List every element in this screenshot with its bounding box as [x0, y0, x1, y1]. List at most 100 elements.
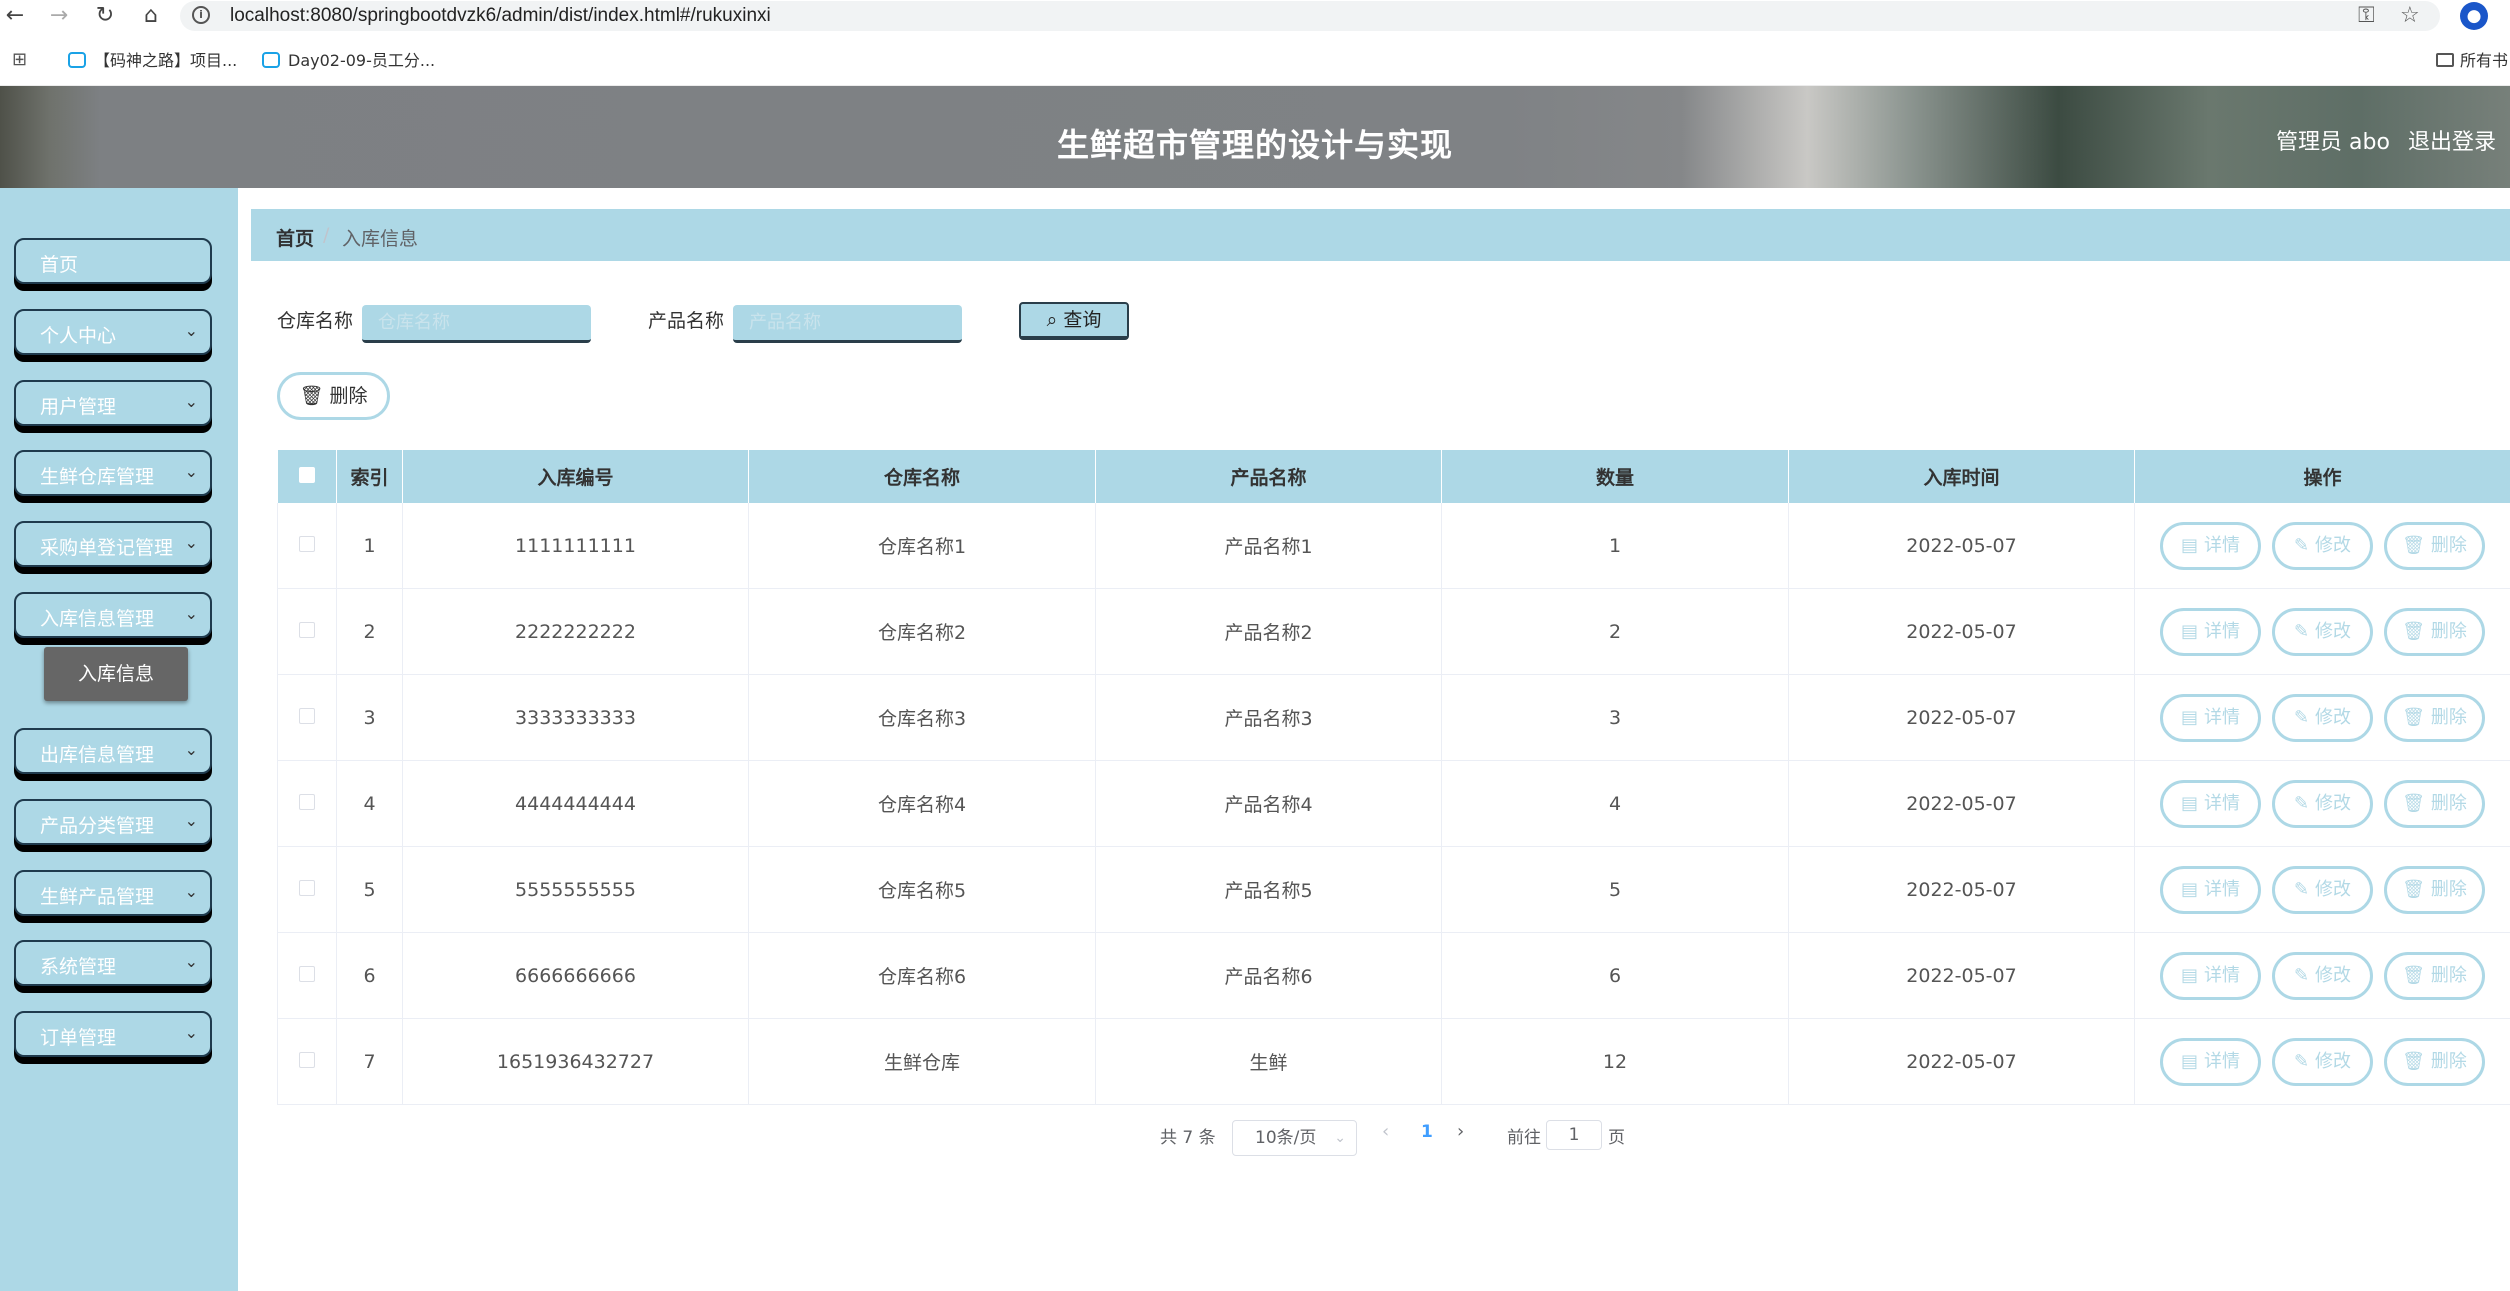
detail-button[interactable]: ▤ 详情: [2160, 693, 2261, 742]
query-button[interactable]: ⌕ 查询: [1019, 302, 1129, 340]
column-header-index: 索引: [336, 450, 403, 503]
prev-page-icon[interactable]: ‹: [1382, 1121, 1389, 1142]
row-checkbox[interactable]: [299, 707, 315, 724]
document-icon: ▤: [2180, 1050, 2198, 1072]
cell-stock-in-code: 1651936432727: [402, 1018, 749, 1105]
edit-button[interactable]: ✎ 修改: [2272, 951, 2373, 1000]
cell-quantity: 6: [1441, 932, 1789, 1019]
back-icon[interactable]: ←: [2, 3, 28, 29]
forward-icon[interactable]: →: [46, 3, 72, 29]
reload-icon[interactable]: ↻: [92, 3, 118, 29]
trash-icon: 🗑: [2402, 878, 2425, 900]
detail-button[interactable]: ▤ 详情: [2160, 779, 2261, 828]
sidebar-item-stock-out-management[interactable]: 出库信息管理 ⌄: [14, 728, 212, 774]
edit-button[interactable]: ✎ 修改: [2272, 521, 2373, 570]
sidebar-item-home[interactable]: 首页: [14, 238, 212, 284]
submenu-item-stock-in-info[interactable]: 入库信息: [44, 647, 188, 701]
row-delete-button[interactable]: 🗑 删除: [2384, 521, 2485, 570]
detail-button[interactable]: ▤ 详情: [2160, 607, 2261, 656]
cell-actions: ▤ 详情 ✎ 修改 🗑 删除: [2134, 588, 2510, 675]
cell-index: 3: [336, 674, 403, 761]
logout-link[interactable]: 退出登录: [2408, 124, 2496, 156]
row-delete-button[interactable]: 🗑 删除: [2384, 865, 2485, 914]
bookmark-star-icon[interactable]: ☆: [2400, 3, 2420, 28]
bookmark-item-1[interactable]: 【码神之路】项目...: [68, 47, 237, 71]
document-icon: ▤: [2180, 792, 2198, 814]
profile-avatar-icon[interactable]: ●: [2460, 2, 2488, 30]
cell-stock-in-code: 6666666666: [402, 932, 749, 1019]
row-checkbox[interactable]: [299, 535, 315, 552]
cell-product: 生鲜: [1095, 1018, 1442, 1105]
row-select-cell: [277, 588, 337, 675]
password-key-icon[interactable]: ⚿: [2358, 3, 2375, 28]
url-text[interactable]: localhost:8080/springbootdvzk6/admin/dis…: [230, 5, 771, 27]
detail-button[interactable]: ▤ 详情: [2160, 865, 2261, 914]
trash-icon: 🗑: [2402, 1050, 2425, 1072]
row-checkbox[interactable]: [299, 965, 315, 982]
trash-icon: 🗑: [2402, 706, 2425, 728]
cell-product: 产品名称2: [1095, 588, 1442, 675]
sidebar-item-order-management[interactable]: 订单管理 ⌄: [14, 1011, 212, 1057]
bookmark-item-2[interactable]: Day02-09-员工分...: [262, 47, 435, 71]
edit-pencil-icon: ✎: [2293, 706, 2310, 728]
all-bookmarks-folder[interactable]: 所有书: [2436, 47, 2508, 71]
cell-quantity: 1: [1441, 503, 1789, 589]
page-size-select[interactable]: 10条/页 ⌄: [1232, 1120, 1357, 1156]
apps-grid-icon[interactable]: ⊞: [12, 49, 27, 70]
select-all-checkbox[interactable]: [298, 466, 315, 483]
cell-quantity: 12: [1441, 1018, 1789, 1105]
sidebar-item-purchase-order-management[interactable]: 采购单登记管理 ⌄: [14, 521, 212, 567]
table-header-row: 索引 入库编号 仓库名称 产品名称 数量 入库时间 操作: [277, 450, 2510, 503]
batch-delete-button[interactable]: 🗑 删除: [277, 372, 390, 420]
sidebar-item-category-management[interactable]: 产品分类管理 ⌄: [14, 799, 212, 845]
sidebar-item-product-management[interactable]: 生鲜产品管理 ⌄: [14, 870, 212, 916]
row-delete-button[interactable]: 🗑 删除: [2384, 1037, 2485, 1086]
sidebar-item-warehouse-management[interactable]: 生鲜仓库管理 ⌄: [14, 450, 212, 496]
table-row: 6 6666666666 仓库名称6 产品名称6 6 2022-05-07 ▤ 详情 ✎ 修改 🗑 删…: [277, 932, 2510, 1019]
row-delete-button[interactable]: 🗑 删除: [2384, 779, 2485, 828]
warehouse-name-input[interactable]: [362, 305, 591, 343]
table-row: 5 5555555555 仓库名称5 产品名称5 5 2022-05-07 ▤ 详情 ✎ 修改 🗑 删…: [277, 846, 2510, 933]
detail-button[interactable]: ▤ 详情: [2160, 521, 2261, 570]
chevron-down-icon: ⌄: [184, 604, 198, 623]
detail-button[interactable]: ▤ 详情: [2160, 951, 2261, 1000]
sidebar-item-system-management[interactable]: 系统管理 ⌄: [14, 940, 212, 986]
goto-page-input[interactable]: 1: [1546, 1120, 1602, 1150]
cell-actions: ▤ 详情 ✎ 修改 🗑 删除: [2134, 674, 2510, 761]
row-checkbox[interactable]: [299, 621, 315, 638]
sidebar-item-personal-center[interactable]: 个人中心 ⌄: [14, 309, 212, 355]
edit-button[interactable]: ✎ 修改: [2272, 865, 2373, 914]
row-select-cell: [277, 674, 337, 761]
detail-button[interactable]: ▤ 详情: [2160, 1037, 2261, 1086]
edit-pencil-icon: ✎: [2293, 964, 2310, 986]
breadcrumb-current: 入库信息: [342, 228, 419, 250]
row-checkbox[interactable]: [299, 879, 315, 896]
cell-actions: ▤ 详情 ✎ 修改 🗑 删除: [2134, 503, 2510, 589]
product-name-label: 产品名称: [648, 310, 725, 332]
address-bar[interactable]: i localhost:8080/springbootdvzk6/admin/d…: [180, 1, 2440, 31]
cell-product: 产品名称1: [1095, 503, 1442, 589]
breadcrumb-home[interactable]: 首页: [276, 224, 314, 251]
table-row: 4 4444444444 仓库名称4 产品名称4 4 2022-05-07 ▤ 详情 ✎ 修改 🗑 删…: [277, 760, 2510, 847]
edit-button[interactable]: ✎ 修改: [2272, 1037, 2373, 1086]
product-name-input[interactable]: [733, 305, 962, 343]
row-delete-button[interactable]: 🗑 删除: [2384, 693, 2485, 742]
edit-button[interactable]: ✎ 修改: [2272, 779, 2373, 828]
row-delete-button[interactable]: 🗑 删除: [2384, 607, 2485, 656]
sidebar-item-stock-in-management[interactable]: 入库信息管理 ⌄: [14, 592, 212, 638]
site-info-icon[interactable]: i: [192, 6, 210, 24]
sidebar-item-user-management[interactable]: 用户管理 ⌄: [14, 380, 212, 426]
page-number-current[interactable]: 1: [1421, 1122, 1433, 1142]
cell-warehouse: 生鲜仓库: [748, 1018, 1096, 1105]
edit-button[interactable]: ✎ 修改: [2272, 693, 2373, 742]
row-delete-button[interactable]: 🗑 删除: [2384, 951, 2485, 1000]
row-checkbox[interactable]: [299, 1051, 315, 1068]
app-title: 生鲜超市管理的设计与实现: [1056, 126, 1453, 164]
edit-button[interactable]: ✎ 修改: [2272, 607, 2373, 656]
row-checkbox[interactable]: [299, 793, 315, 810]
trash-icon: 🗑: [2402, 792, 2425, 814]
document-icon: ▤: [2180, 964, 2198, 986]
home-icon[interactable]: ⌂: [138, 3, 164, 29]
cell-stock-in-time: 2022-05-07: [1788, 674, 2135, 761]
next-page-icon[interactable]: ›: [1457, 1121, 1464, 1142]
